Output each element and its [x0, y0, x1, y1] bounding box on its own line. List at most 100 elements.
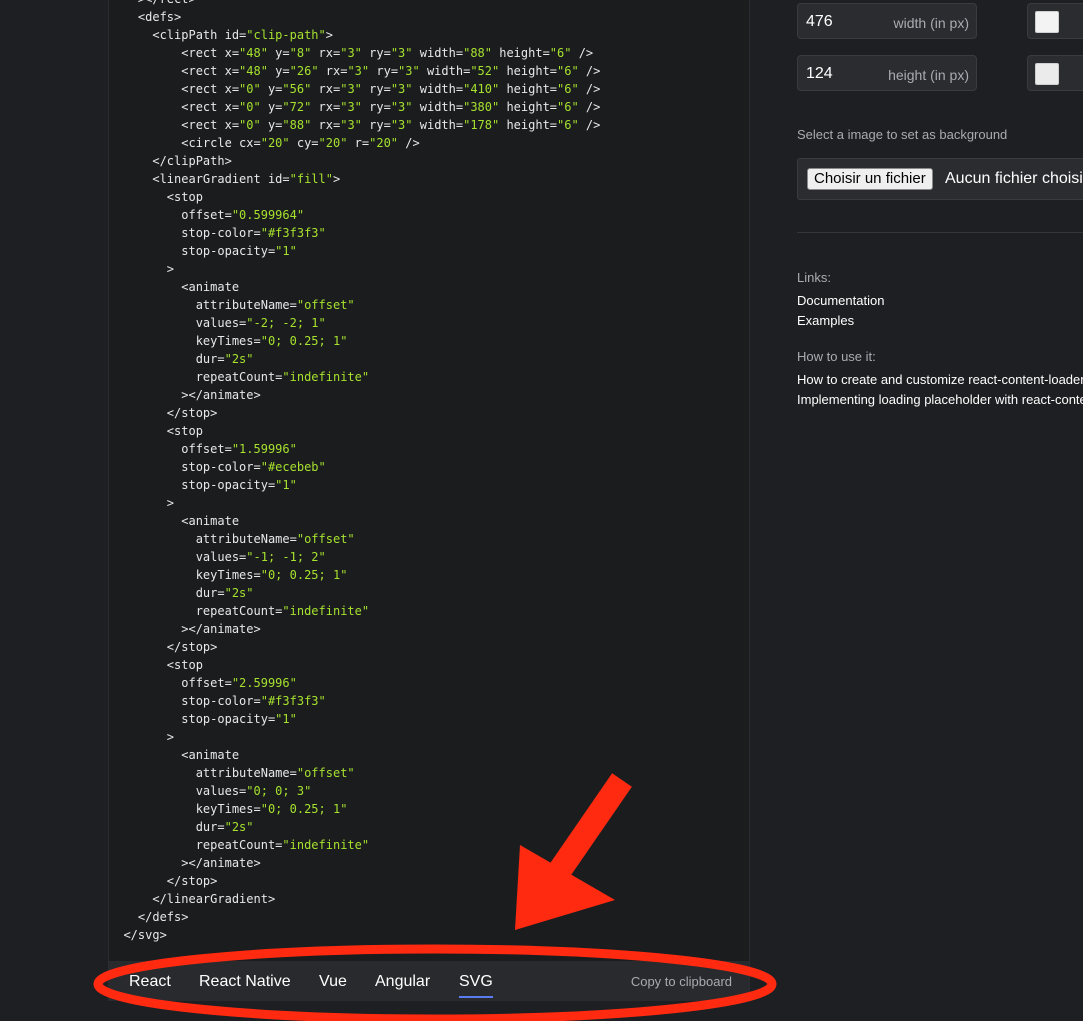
code-line: attributeName="offset"	[109, 764, 749, 782]
code-token: y=	[260, 118, 283, 132]
code-token: height=	[499, 82, 558, 96]
code-token: <animate	[109, 514, 240, 528]
code-token: >	[332, 172, 341, 186]
code-token: y=	[267, 46, 290, 60]
code-string: "3"	[340, 118, 362, 132]
code-token: rx=	[318, 64, 348, 78]
code-token: <linearGradient id=	[109, 172, 290, 186]
code-token: ></animate>	[109, 856, 261, 870]
tab-react-native[interactable]: React Native	[199, 972, 291, 996]
code-token: </stop>	[109, 406, 218, 420]
code-line: <rect x="0" y="88" rx="3" ry="3" width="…	[109, 116, 749, 134]
code-token: repeatCount=	[109, 838, 283, 852]
code-line: values="-2; -2; 1"	[109, 314, 749, 332]
code-line: <rect x="48" y="8" rx="3" ry="3" width="…	[109, 44, 749, 62]
code-token: dur=	[109, 820, 225, 834]
choose-file-button[interactable]: Choisir un fichier	[807, 168, 933, 190]
tab-svg[interactable]: SVG	[459, 972, 493, 998]
code-token: height=	[499, 64, 558, 78]
foreground-color-picker[interactable]	[1027, 55, 1083, 91]
tab-angular[interactable]: Angular	[375, 972, 430, 996]
width-field[interactable]: 476 width (in px)	[797, 3, 977, 39]
code-string: "48"	[239, 64, 268, 78]
framework-tabs: React React Native Vue Angular SVG Copy …	[108, 961, 750, 1001]
code-token: cy=	[289, 136, 319, 150]
code-string: "2.59996"	[231, 676, 297, 690]
code-string: "3"	[340, 46, 362, 60]
code-line: offset="1.59996"	[109, 440, 749, 458]
code-string: "indefinite"	[282, 838, 370, 852]
code-line: values="0; 0; 3"	[109, 782, 749, 800]
code-string: "48"	[239, 46, 268, 60]
code-line: <animate	[109, 512, 749, 530]
code-string: "0; 0.25; 1"	[260, 334, 348, 348]
code-token: rx=	[311, 46, 341, 60]
link-documentation[interactable]: Documentation	[797, 293, 884, 308]
code-line: keyTimes="0; 0.25; 1"	[109, 332, 749, 350]
code-string: "52"	[470, 64, 500, 78]
code-line: offset="0.599964"	[109, 206, 749, 224]
code-token: </stop>	[109, 640, 218, 654]
code-string: "1"	[275, 244, 297, 258]
link-examples[interactable]: Examples	[797, 313, 854, 328]
code-token: </defs>	[109, 910, 189, 924]
code-line: repeatCount="indefinite"	[109, 602, 749, 620]
code-token: ry=	[361, 46, 391, 60]
code-token: <animate	[109, 280, 240, 294]
code-token: />	[578, 100, 601, 114]
code-string: "#f3f3f3"	[260, 226, 326, 240]
code-string: "6"	[557, 64, 579, 78]
code-token: <rect x=	[109, 82, 240, 96]
code-token: width=	[412, 100, 464, 114]
code-line: <rect x="0" y="72" rx="3" ry="3" width="…	[109, 98, 749, 116]
code-token: y=	[267, 64, 290, 78]
code-token: stop-color=	[109, 694, 261, 708]
code-line: stop-opacity="1"	[109, 242, 749, 260]
code-line: </stop>	[109, 404, 749, 422]
code-token: </svg>	[109, 928, 167, 942]
code-token: width=	[412, 118, 464, 132]
code-token: height=	[492, 46, 550, 60]
code-line: </defs>	[109, 908, 749, 926]
code-token: ></animate>	[109, 388, 261, 402]
tab-react[interactable]: React	[129, 972, 171, 996]
code-string: "indefinite"	[282, 370, 370, 384]
code-token: width=	[412, 82, 464, 96]
code-token: >	[325, 28, 333, 42]
links-heading: Links:	[797, 270, 831, 285]
code-token: values=	[109, 550, 247, 564]
file-status: Aucun fichier choisi	[945, 170, 1083, 187]
code-string: "3"	[347, 64, 370, 78]
code-token: values=	[109, 316, 247, 330]
code-token: >	[109, 496, 175, 510]
link-how-to-create[interactable]: How to create and customize react-conten…	[797, 372, 1083, 387]
code-string: "6"	[549, 46, 572, 60]
code-line: keyTimes="0; 0.25; 1"	[109, 566, 749, 584]
code-string: "20"	[260, 136, 290, 150]
code-token: offset=	[109, 676, 232, 690]
code-string: "0; 0.25; 1"	[260, 802, 348, 816]
height-label: height (in px)	[888, 67, 969, 83]
code-string: "20"	[369, 136, 399, 150]
code-string: "3"	[390, 118, 413, 132]
code-string: "3"	[340, 100, 362, 114]
code-line: repeatCount="indefinite"	[109, 368, 749, 386]
background-color-swatch	[1035, 11, 1059, 33]
code-line: >	[109, 260, 749, 278]
code-line: <stop	[109, 656, 749, 674]
tab-vue[interactable]: Vue	[319, 972, 347, 996]
code-line: ></rect>	[109, 0, 749, 8]
code-token: attributeName=	[109, 298, 297, 312]
code-string: "88"	[463, 46, 492, 60]
height-field[interactable]: 124 height (in px)	[797, 55, 977, 91]
code-line: </linearGradient>	[109, 890, 749, 908]
copy-to-clipboard-button[interactable]: Copy to clipboard	[631, 974, 732, 989]
code-line: stop-opacity="1"	[109, 710, 749, 728]
code-line: dur="2s"	[109, 584, 749, 602]
code-line: <rect x="0" y="56" rx="3" ry="3" width="…	[109, 80, 749, 98]
code-string: "0; 0.25; 1"	[260, 568, 348, 582]
code-token: stop-opacity=	[109, 478, 276, 492]
background-color-picker[interactable]	[1027, 3, 1083, 39]
code-string: "0.599964"	[231, 208, 305, 222]
link-implementing-placeholder[interactable]: Implementing loading placeholder with re…	[797, 392, 1083, 407]
